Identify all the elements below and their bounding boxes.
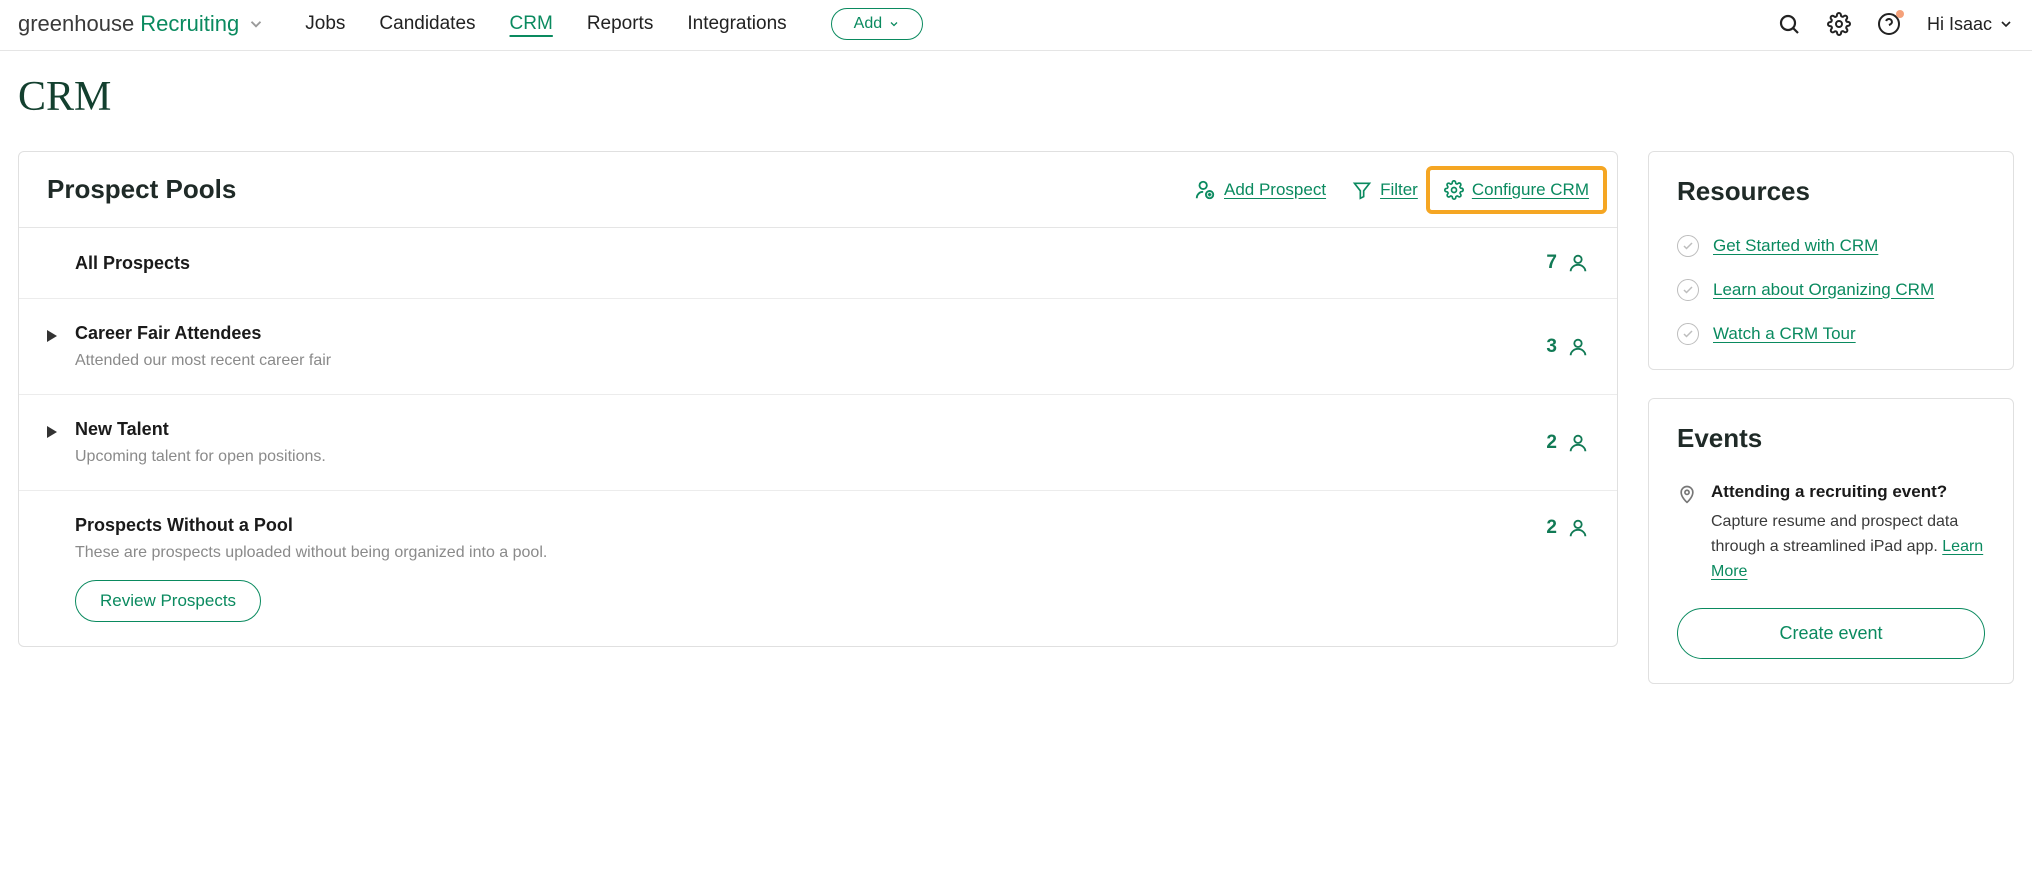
person-icon [1567, 517, 1589, 539]
nav-integrations[interactable]: Integrations [687, 13, 786, 35]
person-plus-icon [1194, 179, 1216, 201]
topnav-right: Hi Isaac [1777, 12, 2014, 36]
events-panel: Events Attending a recruiting event? Cap… [1648, 398, 2014, 684]
resource-item: Watch a CRM Tour [1677, 323, 1985, 345]
nav-jobs[interactable]: Jobs [305, 13, 345, 35]
pool-row-all-prospects[interactable]: All Prospects 7 [19, 228, 1617, 299]
pool-count: 2 [1546, 432, 1589, 454]
add-button-label: Add [854, 15, 882, 33]
filter-icon [1352, 180, 1372, 200]
page-body: Prospect Pools Add Prospect Filter Confi… [0, 151, 2032, 742]
caret-right-icon[interactable] [47, 330, 59, 342]
pool-desc: Upcoming talent for open positions. [75, 448, 326, 466]
top-nav: greenhouse Recruiting Jobs Candidates CR… [0, 0, 2032, 51]
pool-count-value: 7 [1546, 252, 1557, 274]
filter-label: Filter [1380, 180, 1418, 200]
chevron-down-icon [247, 15, 265, 33]
search-icon[interactable] [1777, 12, 1801, 36]
user-menu[interactable]: Hi Isaac [1927, 14, 2014, 35]
location-pin-icon [1677, 482, 1697, 506]
prospect-pools-header: Prospect Pools Add Prospect Filter Confi… [19, 152, 1617, 228]
filter-link[interactable]: Filter [1352, 180, 1418, 200]
event-body: Capture resume and prospect data through… [1711, 513, 1958, 555]
nav-candidates[interactable]: Candidates [379, 13, 475, 35]
pool-name: Prospects Without a Pool [75, 515, 547, 536]
add-prospect-link[interactable]: Add Prospect [1194, 179, 1326, 201]
nav-crm[interactable]: CRM [510, 13, 553, 35]
user-greeting-label: Hi Isaac [1927, 14, 1992, 35]
configure-crm-link[interactable]: Configure CRM [1444, 180, 1589, 200]
person-icon [1567, 252, 1589, 274]
person-icon [1567, 336, 1589, 358]
resources-panel: Resources Get Started with CRM Learn abo… [1648, 151, 2014, 370]
gear-icon[interactable] [1827, 12, 1851, 36]
gear-icon [1444, 180, 1464, 200]
event-text: Capture resume and prospect data through… [1711, 510, 1985, 584]
resource-item: Get Started with CRM [1677, 235, 1985, 257]
event-heading: Attending a recruiting event? [1711, 482, 1985, 502]
pool-row-career-fair[interactable]: Career Fair Attendees Attended our most … [19, 299, 1617, 395]
event-block: Attending a recruiting event? Capture re… [1677, 482, 1985, 584]
pool-desc: Attended our most recent career fair [75, 352, 331, 370]
pool-row-without-pool[interactable]: Prospects Without a Pool These are prosp… [19, 491, 1617, 646]
pool-count: 2 [1546, 517, 1589, 539]
brand-text: greenhouse [18, 11, 134, 37]
pool-count: 7 [1546, 252, 1589, 274]
review-prospects-button[interactable]: Review Prospects [75, 580, 261, 622]
notification-dot [1896, 10, 1904, 18]
nav-reports[interactable]: Reports [587, 13, 654, 35]
pool-count-value: 2 [1546, 432, 1557, 454]
main-column: Prospect Pools Add Prospect Filter Confi… [18, 151, 1618, 647]
nav-items: Jobs Candidates CRM Reports Integrations [305, 13, 786, 35]
create-event-button[interactable]: Create event [1677, 608, 1985, 659]
add-prospect-label: Add Prospect [1224, 180, 1326, 200]
prospect-pools-title: Prospect Pools [47, 174, 236, 205]
resource-item: Learn about Organizing CRM [1677, 279, 1985, 301]
resource-get-started[interactable]: Get Started with CRM [1713, 236, 1878, 256]
resource-watch-tour[interactable]: Watch a CRM Tour [1713, 324, 1856, 344]
events-title: Events [1677, 423, 1985, 454]
pool-row-new-talent[interactable]: New Talent Upcoming talent for open posi… [19, 395, 1617, 491]
check-circle-icon [1677, 235, 1699, 257]
pool-count: 3 [1546, 336, 1589, 358]
help-icon[interactable] [1877, 12, 1901, 36]
brand-switcher[interactable]: greenhouse Recruiting [18, 11, 265, 37]
person-icon [1567, 432, 1589, 454]
chevron-down-icon [888, 18, 900, 30]
chevron-down-icon [1998, 16, 2014, 32]
prospect-pools-panel: Prospect Pools Add Prospect Filter Confi… [18, 151, 1618, 647]
prospect-pools-actions: Add Prospect Filter Configure CRM [1194, 179, 1589, 201]
resource-learn-organizing[interactable]: Learn about Organizing CRM [1713, 280, 1934, 300]
pool-count-value: 2 [1546, 517, 1557, 539]
configure-highlight: Configure CRM [1426, 166, 1607, 214]
pool-desc: These are prospects uploaded without bei… [75, 544, 547, 562]
check-circle-icon [1677, 279, 1699, 301]
pool-name: All Prospects [75, 253, 190, 274]
configure-crm-label: Configure CRM [1472, 180, 1589, 200]
brand-product: Recruiting [140, 11, 239, 37]
side-column: Resources Get Started with CRM Learn abo… [1648, 151, 2014, 712]
resources-title: Resources [1677, 176, 1985, 207]
add-button[interactable]: Add [831, 8, 923, 40]
pool-count-value: 3 [1546, 336, 1557, 358]
pool-name: New Talent [75, 419, 326, 440]
check-circle-icon [1677, 323, 1699, 345]
page-title: CRM [0, 51, 2032, 151]
pool-name: Career Fair Attendees [75, 323, 331, 344]
caret-right-icon[interactable] [47, 426, 59, 438]
